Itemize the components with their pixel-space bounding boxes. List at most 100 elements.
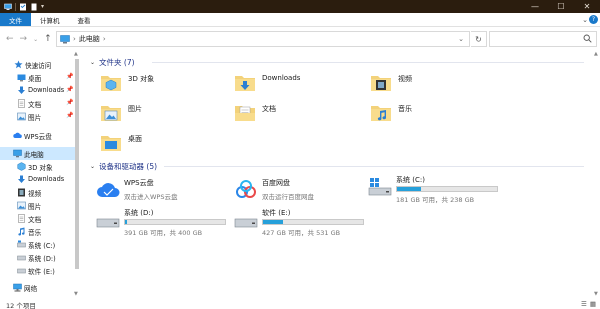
scroll-down-icon[interactable]: ▼: [74, 291, 78, 297]
sidebar-item-downloads[interactable]: Downloads 📌: [0, 84, 76, 97]
sidebar-item-label: 桌面: [28, 75, 42, 83]
minimize-icon[interactable]: —: [522, 0, 548, 13]
folder-name: 音乐: [398, 105, 412, 113]
sidebar-item-label: Downloads: [28, 175, 65, 183]
scroll-up-icon[interactable]: ▲: [594, 51, 598, 57]
tab-file[interactable]: 文件: [0, 13, 31, 26]
download-icon: [18, 86, 25, 94]
device-drive-e[interactable]: 软件 (E:) 427 GB 可用，共 531 GB: [234, 208, 374, 237]
sidebar-item-drive-d[interactable]: 系统 (D:): [0, 251, 76, 264]
sidebar-item-desktop[interactable]: 桌面 📌: [0, 71, 76, 84]
device-name: 百度网盘: [262, 179, 290, 187]
forward-icon[interactable]: →: [20, 34, 28, 44]
folder-name: 文档: [262, 105, 276, 113]
sidebar-item-network[interactable]: 网络: [0, 281, 76, 294]
properties-icon[interactable]: [19, 3, 27, 11]
drive-icon: [17, 255, 26, 261]
pictures-folder-icon: [101, 106, 121, 121]
item-count: 12 个项目: [6, 302, 36, 309]
video-icon: [18, 188, 25, 197]
device-name: 软件 (E:): [262, 209, 291, 217]
desktop-icon: [17, 74, 26, 82]
music-folder-icon: [371, 106, 391, 121]
ribbon-tabs: 文件 计算机 查看 ⌄ ?: [0, 13, 600, 27]
sidebar-item-videos[interactable]: 视频: [0, 186, 76, 199]
3d-objects-icon: [17, 162, 26, 171]
star-icon: [14, 60, 23, 69]
sidebar-item-this-pc[interactable]: 此电脑: [0, 147, 76, 160]
sidebar-item-music[interactable]: 音乐: [0, 225, 76, 238]
help-icon[interactable]: ?: [589, 15, 598, 24]
sidebar-item-documents[interactable]: 文档: [0, 212, 76, 225]
desktop-folder-icon: [101, 136, 121, 151]
sidebar-item-downloads[interactable]: Downloads: [0, 173, 76, 186]
sidebar-item-pictures[interactable]: 图片: [0, 199, 76, 212]
new-file-icon[interactable]: [30, 3, 38, 11]
customize-toolbar-icon[interactable]: ▾: [41, 3, 44, 10]
device-name: WPS云盘: [124, 179, 154, 187]
pin-icon[interactable]: 📌: [66, 112, 73, 119]
device-name: 系统 (D:): [124, 209, 154, 217]
3d-objects-folder-icon: [101, 76, 121, 91]
tab-view[interactable]: 查看: [69, 13, 100, 26]
sidebar-scrollbar[interactable]: ▲ ▼: [74, 51, 80, 297]
address-bar[interactable]: › 此电脑 › ⌄: [56, 31, 470, 47]
content-scrollbar[interactable]: ▲ ▼: [593, 51, 600, 297]
capacity-bar: [396, 186, 498, 192]
folder-documents[interactable]: 文档: [234, 102, 374, 128]
pin-icon[interactable]: 📌: [66, 86, 73, 93]
sidebar-item-drive-c[interactable]: 系统 (C:): [0, 238, 76, 251]
recent-locations-icon[interactable]: ⌄: [33, 36, 38, 43]
device-drive-d[interactable]: 系统 (D:) 391 GB 可用，共 400 GB: [96, 208, 236, 237]
folders-group-header[interactable]: ⌄ 文件夹 (7): [90, 57, 135, 68]
folder-3d-objects[interactable]: 3D 对象: [100, 72, 240, 98]
sidebar-item-quick-access[interactable]: 快速访问: [0, 58, 76, 71]
sidebar-item-wps-cloud[interactable]: WPS云盘: [0, 129, 76, 142]
refresh-button[interactable]: ↻: [471, 31, 487, 47]
capacity-fill: [263, 220, 283, 224]
sidebar-item-3d-objects[interactable]: 3D 对象: [0, 160, 76, 173]
large-icons-view-icon[interactable]: ▦: [590, 300, 596, 308]
close-icon[interactable]: ✕: [574, 0, 600, 13]
sidebar-item-label: 网络: [24, 285, 38, 293]
sidebar-item-label: 软件 (E:): [28, 268, 55, 276]
search-input[interactable]: [489, 31, 597, 47]
maximize-icon[interactable]: ☐: [548, 0, 574, 13]
sidebar-item-drive-e[interactable]: 软件 (E:): [0, 264, 76, 277]
device-baidu-netdisk[interactable]: 百度网盘 双击运行百度网盘: [234, 178, 374, 206]
scroll-up-icon[interactable]: ▲: [74, 51, 78, 57]
chevron-down-icon[interactable]: ⌄: [90, 163, 95, 170]
folder-downloads[interactable]: Downloads: [234, 72, 374, 98]
music-icon: [18, 227, 25, 236]
device-drive-c[interactable]: 系统 (C:) 181 GB 可用，共 238 GB: [368, 175, 508, 204]
breadcrumb[interactable]: 此电脑: [79, 34, 100, 44]
tab-computer[interactable]: 计算机: [31, 13, 69, 26]
sidebar-item-label: 文档: [28, 216, 42, 224]
folder-music[interactable]: 音乐: [370, 102, 510, 128]
scrollbar-thumb[interactable]: [75, 59, 79, 269]
folder-name: 3D 对象: [128, 75, 155, 83]
group-divider: [164, 166, 584, 167]
devices-group-header[interactable]: ⌄ 设备和驱动器 (5): [90, 161, 157, 172]
sidebar-item-label: 此电脑: [24, 151, 44, 159]
expand-ribbon-icon[interactable]: ⌄: [582, 16, 588, 24]
sidebar-item-label: 音乐: [28, 229, 42, 237]
address-dropdown-icon[interactable]: ⌄: [458, 35, 464, 43]
details-view-icon[interactable]: ☰: [581, 300, 587, 308]
chevron-down-icon[interactable]: ⌄: [90, 59, 95, 66]
pin-icon[interactable]: 📌: [66, 73, 73, 80]
scroll-down-icon[interactable]: ▼: [594, 291, 598, 297]
back-icon[interactable]: ←: [6, 34, 14, 44]
folder-pictures[interactable]: 图片: [100, 102, 240, 128]
device-wps-cloud[interactable]: WPS云盘 双击进入WPS云盘: [96, 178, 236, 206]
pin-icon[interactable]: 📌: [66, 99, 73, 106]
computer-icon: [60, 34, 70, 43]
sidebar-item-label: 图片: [28, 203, 42, 211]
breadcrumb-separator[interactable]: ›: [103, 35, 106, 43]
folder-videos[interactable]: 视频: [370, 72, 510, 98]
sidebar-item-pictures[interactable]: 图片 📌: [0, 110, 76, 123]
sidebar-item-documents[interactable]: 文档 📌: [0, 97, 76, 110]
folder-desktop[interactable]: 桌面: [100, 132, 240, 158]
computer-icon[interactable]: [4, 3, 12, 11]
up-icon[interactable]: ↑: [44, 34, 52, 44]
